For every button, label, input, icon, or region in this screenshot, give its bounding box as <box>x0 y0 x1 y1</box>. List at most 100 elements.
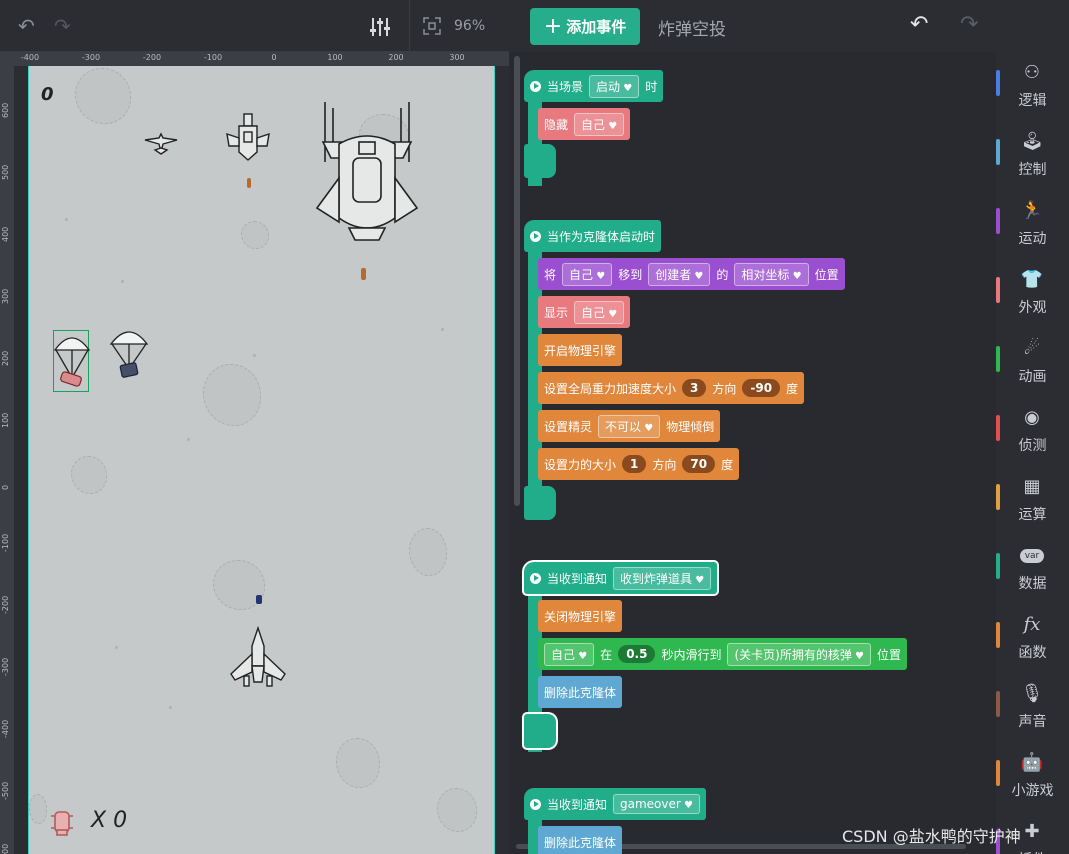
block-text: 当场景 <box>547 79 584 94</box>
score-text: 0 <box>41 84 54 105</box>
physics-on-block[interactable]: 开启物理引擎 <box>538 334 623 366</box>
fit-screen-icon[interactable] <box>423 17 441 40</box>
category-calculator[interactable]: ▦ 运算 <box>996 466 1069 535</box>
plus-icon: + <box>543 13 563 39</box>
vertical-scrollbar[interactable] <box>514 56 520 506</box>
redo-icon[interactable]: ↷ <box>54 16 71 36</box>
target-dropdown[interactable]: 自己 <box>544 642 595 666</box>
move-to-block[interactable]: 将 自己 移到 创建者 的 相对坐标 位置 <box>538 258 845 290</box>
show-block[interactable]: 显示 自己 <box>538 296 631 328</box>
undo-icon[interactable]: ↶ <box>18 16 35 36</box>
block-text: 将 <box>544 267 557 282</box>
code-workspace[interactable]: 当场景 启动 时 隐藏 自己 当作为克隆体启动时 将 自己 移到 创建者 的 相… <box>510 52 996 854</box>
asteroid <box>437 788 477 832</box>
ruler-tick-label: 0 <box>1 484 10 490</box>
block-text: 设置力的大小 <box>544 457 617 472</box>
sprite-name: 炸弹空投 <box>658 20 726 40</box>
game-canvas[interactable]: 0 X 0 <box>28 66 495 854</box>
block-text: 当作为克隆体启动时 <box>547 229 656 244</box>
radar-icon: ◉ <box>1024 407 1040 428</box>
block-text: 位置 <box>814 267 839 282</box>
enemy-bullet <box>247 178 251 188</box>
physics-off-block[interactable]: 关闭物理引擎 <box>538 600 623 632</box>
set-tilt-block[interactable]: 设置精灵 不可以 物理倾倒 <box>538 410 721 442</box>
coordinate-dropdown[interactable]: 相对坐标 <box>734 262 809 286</box>
parachute-bomb-crate[interactable] <box>53 330 91 392</box>
category-joystick[interactable]: 🕹 控制 <box>996 121 1069 190</box>
category-microphone[interactable]: 🎙 声音 <box>996 673 1069 742</box>
category-hierarchy[interactable]: ⚇ 逻辑 <box>996 52 1069 121</box>
target-dropdown[interactable]: 自己 <box>574 300 625 324</box>
glide-to-block[interactable]: 自己 在 0.5 秒内滑行到 (关卡页)所拥有的核弹 位置 <box>538 638 908 670</box>
play-icon <box>530 230 541 242</box>
category-runner[interactable]: 🏃 运动 <box>996 190 1069 259</box>
delete-clone-block[interactable]: 删除此克隆体 <box>538 676 623 708</box>
block-text: 物理倾倒 <box>666 419 715 434</box>
force-direction[interactable]: 70 <box>682 455 716 473</box>
target-dropdown[interactable]: 自己 <box>562 262 613 286</box>
player-bullet <box>256 595 262 604</box>
editor-app: ↶ ↷ 96% -400-300-200-1000100200300400 60… <box>0 0 1069 854</box>
parachute-supply-crate[interactable] <box>109 324 149 382</box>
event-when-clone-starts[interactable]: 当作为克隆体启动时 <box>524 220 662 252</box>
category-label: 运算 <box>1018 507 1047 523</box>
category-label: 插件 <box>996 849 1069 854</box>
redo-icon[interactable]: ↷ <box>960 14 978 36</box>
script-end-cap <box>524 714 556 748</box>
block-text: 关闭物理引擎 <box>544 609 617 624</box>
category-radar[interactable]: ◉ 侦测 <box>996 397 1069 466</box>
stage-toolbar: ↶ ↷ 96% <box>0 0 509 52</box>
force-value[interactable]: 1 <box>622 455 647 473</box>
ruler-tick-label: 100 <box>1 412 10 428</box>
set-force-block[interactable]: 设置力的大小 1 方向 70 度 <box>538 448 740 480</box>
event-when-receive-gameover[interactable]: 当收到通知 gameover <box>524 788 706 820</box>
glide-seconds[interactable]: 0.5 <box>618 645 656 663</box>
zoom-level[interactable]: 96% <box>454 18 485 34</box>
enemy-plane-small <box>144 132 178 155</box>
category-label: 外观 <box>1018 300 1047 316</box>
ruler-tick-label: -100 <box>1 533 10 552</box>
tilt-dropdown[interactable]: 不可以 <box>598 414 661 438</box>
asteroid <box>71 456 107 494</box>
block-text: 度 <box>786 381 799 396</box>
message-dropdown[interactable]: 收到炸弹道具 <box>613 566 712 590</box>
event-when-scene-starts[interactable]: 当场景 启动 时 <box>524 70 664 102</box>
player-ship <box>230 626 286 687</box>
scene-event-dropdown[interactable]: 启动 <box>589 74 640 98</box>
delete-clone-block[interactable]: 删除此克隆体 <box>538 826 623 854</box>
play-icon <box>530 80 541 92</box>
add-event-button[interactable]: + 添加事件 <box>530 8 640 45</box>
undo-icon[interactable]: ↶ <box>910 14 928 36</box>
asteroid <box>409 528 447 576</box>
message-dropdown[interactable]: gameover <box>613 794 700 814</box>
category-label: 动画 <box>1018 369 1047 385</box>
category-label: 运动 <box>1018 231 1047 247</box>
script-end-cap <box>524 144 556 178</box>
destination-dropdown[interactable]: (关卡页)所拥有的核弹 <box>727 642 871 666</box>
gravity-direction[interactable]: -90 <box>742 379 781 397</box>
script-end-cap <box>524 486 556 520</box>
block-text: 隐藏 <box>544 117 569 132</box>
category-robot[interactable]: 🤖 小游戏 <box>996 742 1069 811</box>
joystick-icon: 🕹 <box>1020 131 1044 152</box>
set-gravity-block[interactable]: 设置全局重力加速度大小 3 方向 -90 度 <box>538 372 805 404</box>
ruler-tick-label: -400 <box>1 719 10 738</box>
category-shirt[interactable]: 👕 外观 <box>996 259 1069 328</box>
category-comet[interactable]: ☄ 动画 <box>996 328 1069 397</box>
block-text: 在 <box>600 647 613 662</box>
settings-sliders-icon[interactable] <box>369 16 391 41</box>
category-function[interactable]: fx 函数 <box>996 604 1069 673</box>
block-text: 设置全局重力加速度大小 <box>544 381 677 396</box>
gravity-value[interactable]: 3 <box>682 379 707 397</box>
reference-dropdown[interactable]: 创建者 <box>648 262 711 286</box>
ruler-tick-label: 400 <box>1 226 10 242</box>
event-when-receive-bomb-item[interactable]: 当收到通知 收到炸弹道具 <box>524 562 718 594</box>
vertical-ruler: 600 500 400 300 200 100 0 -100 -200 -300 -400 -500 -… <box>0 66 14 854</box>
ruler-tick-label: -200 <box>1 595 10 614</box>
target-dropdown[interactable]: 自己 <box>574 112 625 136</box>
hide-block[interactable]: 隐藏 自己 <box>538 108 631 140</box>
horizontal-ruler: -400-300-200-1000100200300400 <box>14 52 509 66</box>
star <box>253 354 256 357</box>
category-variable[interactable]: var 数据 <box>996 535 1069 604</box>
ruler-tick-label: 100 <box>327 53 343 62</box>
